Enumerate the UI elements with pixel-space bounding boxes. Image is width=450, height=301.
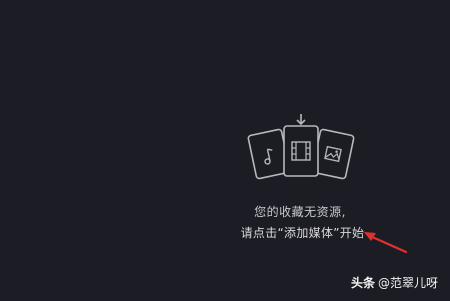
media-library-panel: 您的收藏无资源, 请点击“添加媒体”开始 头条 @范翠儿呀 <box>0 0 450 301</box>
empty-state-title: 您的收藏无资源, <box>254 205 346 219</box>
video-film-card-icon <box>283 125 319 177</box>
watermark: 头条 @范翠儿呀 <box>351 274 438 291</box>
download-arrow-icon <box>296 114 306 126</box>
watermark-handle: @范翠儿呀 <box>377 276 438 290</box>
watermark-brand: 头条 <box>350 276 375 290</box>
empty-media-illustration <box>247 114 355 180</box>
red-annotation-arrow-icon <box>364 232 408 254</box>
